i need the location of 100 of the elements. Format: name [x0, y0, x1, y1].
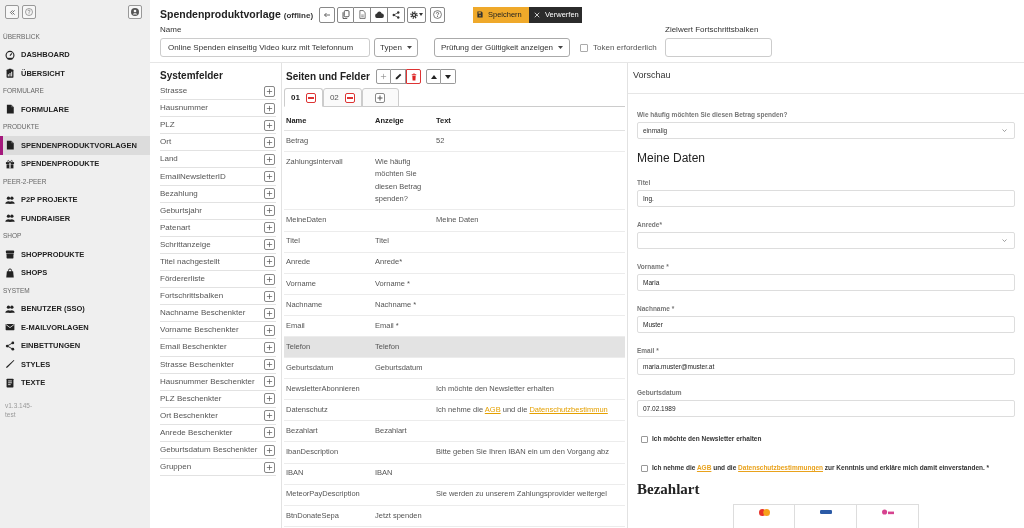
help-icon — [433, 10, 442, 19]
plus-icon — [380, 73, 387, 80]
types-dropdown[interactable]: Typen — [374, 38, 418, 57]
settings-dropdown[interactable] — [407, 6, 426, 23]
add-button[interactable] — [264, 153, 275, 165]
add-button[interactable] — [264, 136, 275, 148]
minus-icon — [307, 96, 314, 99]
select-field[interactable] — [637, 232, 1015, 249]
add-button[interactable] — [264, 427, 275, 439]
pen-icon — [5, 359, 15, 370]
add-button[interactable] — [264, 205, 275, 217]
field-name: Gruppen — [160, 461, 192, 474]
add-button[interactable] — [264, 376, 275, 388]
document-button[interactable] — [354, 6, 371, 23]
plus-icon — [266, 173, 273, 180]
add-button[interactable] — [264, 239, 275, 251]
remove-tab-button[interactable] — [305, 92, 316, 103]
tab[interactable]: 02 — [322, 88, 362, 107]
section-title: Seiten und Felder — [286, 70, 371, 84]
plus-icon — [266, 241, 273, 249]
field-label: Zielwert Fortschrittsbalken — [665, 25, 760, 35]
field-name: PLZ Beschenkter — [160, 392, 222, 405]
field-name: Vorname Beschenkter — [160, 324, 239, 337]
field-name: Hausnummer — [160, 102, 208, 115]
section-title: Vorschau — [633, 69, 672, 82]
payment-option[interactable] — [795, 504, 857, 528]
plus-icon — [266, 412, 273, 420]
field-name: Strasse — [160, 85, 188, 98]
field-name: PLZ — [160, 119, 175, 132]
field-name: Patenart — [160, 221, 191, 234]
back-button[interactable] — [319, 6, 335, 23]
add-button[interactable] — [264, 444, 275, 456]
help-button[interactable] — [22, 5, 36, 19]
add-button[interactable] — [264, 461, 275, 473]
file-icon — [5, 140, 15, 151]
add-button[interactable] — [264, 410, 275, 422]
field-name: Strasse Beschenkter — [160, 358, 234, 371]
add-button[interactable] — [264, 119, 275, 131]
caret-icon — [419, 13, 423, 16]
checkbox[interactable] — [580, 43, 588, 52]
add-button[interactable] — [264, 222, 275, 234]
tab[interactable]: 01 — [284, 88, 323, 107]
add-button[interactable] — [264, 171, 275, 182]
plus-icon — [266, 258, 273, 266]
add-button[interactable] — [264, 85, 275, 97]
add-button[interactable] — [264, 341, 275, 353]
plus-icon — [266, 207, 273, 215]
field-name: Land — [160, 153, 178, 166]
edit-button[interactable] — [391, 69, 406, 84]
cloud-button[interactable] — [371, 6, 388, 23]
arrow-left-icon — [323, 10, 331, 19]
plus-icon — [266, 361, 273, 369]
close-icon — [534, 11, 540, 18]
field-name: Nachname Beschenkter — [160, 307, 246, 320]
copy-button[interactable] — [337, 6, 354, 23]
move-up-button[interactable] — [426, 69, 441, 84]
checkbox[interactable] — [641, 464, 648, 472]
move-down-button[interactable] — [441, 69, 456, 84]
text-field[interactable]: Online Spenden einseitig Video kurz mit Telefonnum — [160, 38, 370, 57]
plus-icon — [266, 275, 273, 283]
plus-icon — [266, 190, 273, 198]
caret-icon — [558, 46, 564, 49]
trash-icon — [410, 72, 417, 81]
logo-icon — [881, 509, 894, 515]
add-button[interactable] — [264, 188, 275, 200]
plus-icon — [266, 224, 273, 232]
field-label: Name — [160, 25, 183, 35]
section-heading: Meine Daten — [637, 150, 707, 167]
share-button[interactable] — [388, 6, 405, 23]
add-button[interactable] — [264, 359, 275, 371]
add-button[interactable] — [264, 393, 275, 405]
plus-icon — [266, 343, 273, 351]
help-button[interactable] — [430, 6, 445, 23]
help-icon — [25, 8, 33, 16]
add-button[interactable] — [264, 307, 275, 319]
user-button[interactable] — [128, 5, 142, 19]
validation-dropdown[interactable]: Prüfung der Gültigkeit anzeigen — [434, 38, 570, 57]
delete-button[interactable] — [406, 69, 421, 84]
file-icon — [358, 10, 366, 19]
add-button[interactable] — [264, 324, 275, 336]
add-button[interactable] — [264, 256, 275, 268]
field-name: Schrittanzeige — [160, 238, 211, 251]
remove-tab-button[interactable] — [344, 92, 355, 103]
field-name: Ort Beschenkter — [160, 409, 218, 422]
cloud-icon — [374, 11, 384, 18]
text-field[interactable] — [665, 38, 772, 57]
status-label: (offline) — [283, 9, 314, 22]
field-name: Fördererliste — [160, 273, 205, 286]
checkbox[interactable] — [641, 435, 648, 443]
plus-icon — [266, 395, 273, 403]
overlapping-circles-icon — [758, 509, 770, 516]
copy-icon — [341, 10, 350, 19]
add-button[interactable] — [264, 290, 275, 302]
field-name: Geburtsjahr — [160, 204, 202, 217]
page-title: Spendenproduktvorlage — [160, 6, 281, 22]
gift-icon — [5, 158, 15, 169]
pencil-icon — [394, 73, 402, 80]
collapse-button[interactable] — [5, 5, 19, 19]
add-button[interactable] — [264, 273, 275, 285]
add-button[interactable] — [264, 102, 275, 114]
